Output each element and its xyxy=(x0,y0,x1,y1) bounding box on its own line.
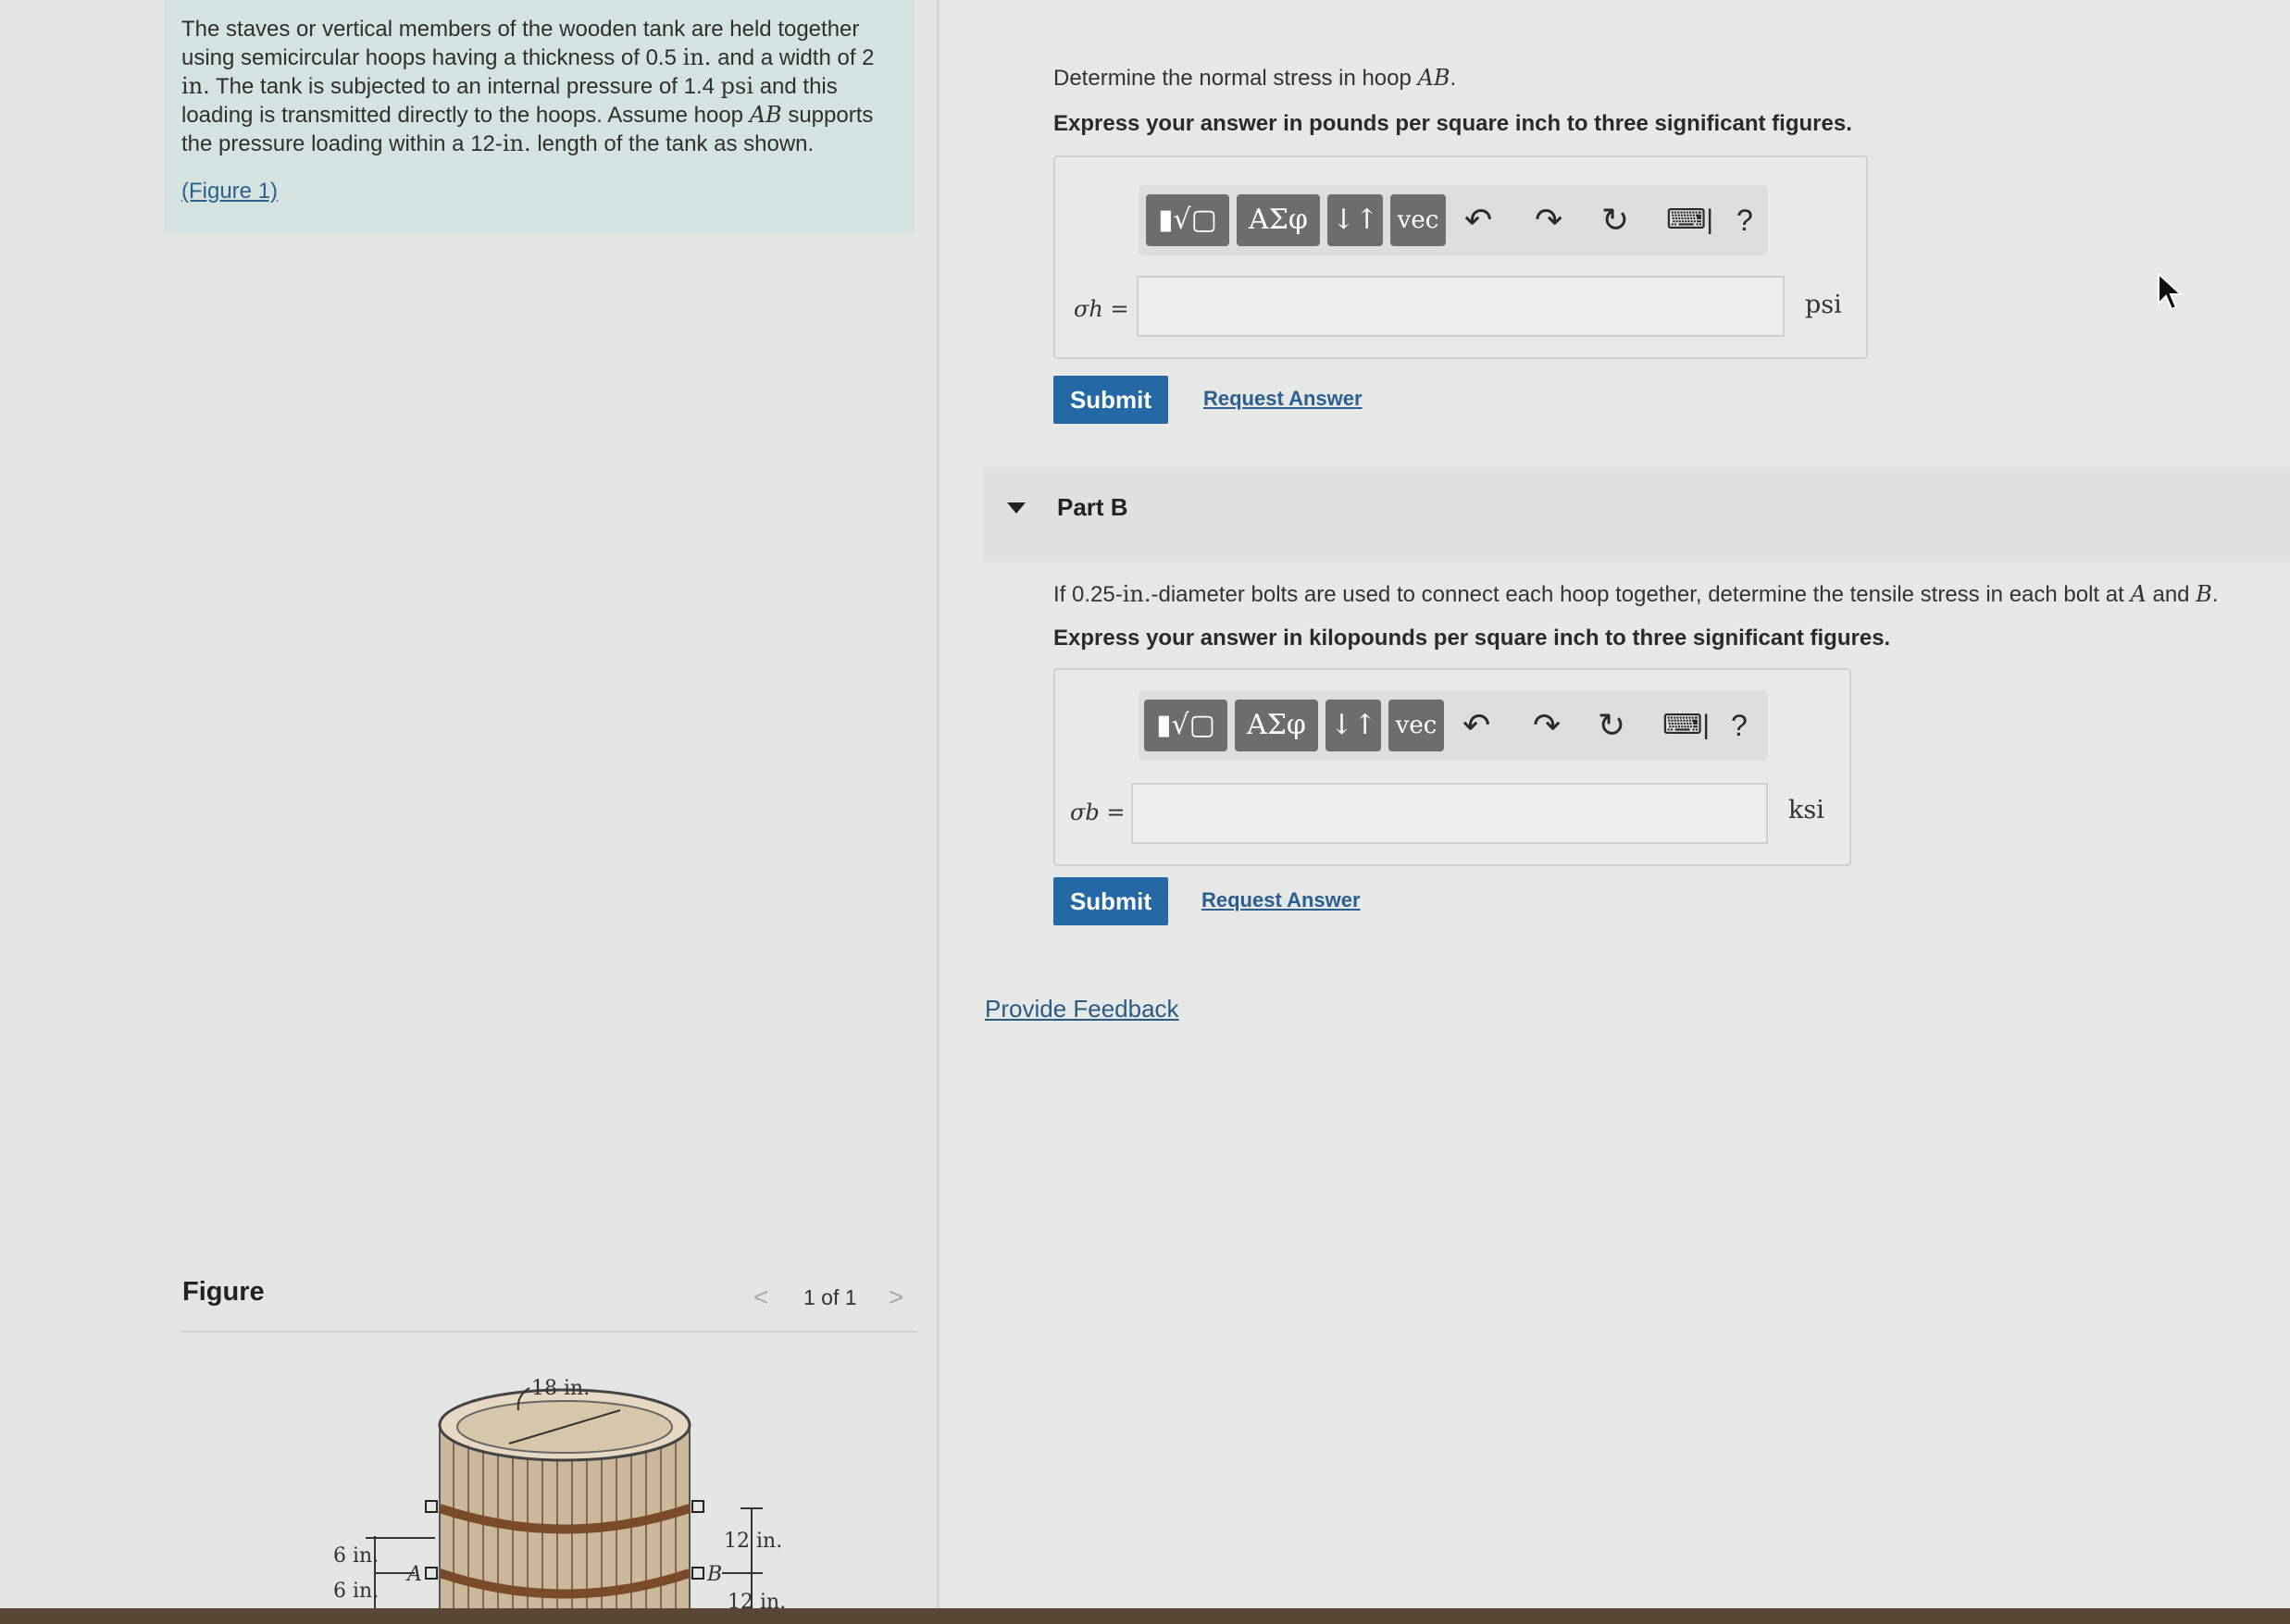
figure-title: Figure xyxy=(182,1277,265,1307)
question-text: . xyxy=(1450,66,1457,91)
problem-text: and a width of 2 xyxy=(717,45,875,70)
unit-text: in. xyxy=(682,44,712,70)
submit-button[interactable]: Submit xyxy=(1053,877,1168,925)
question-text: -diameter bolts are used to connect each… xyxy=(1151,582,2124,607)
unit-label: psi xyxy=(1805,291,1842,319)
question-text: and xyxy=(2152,582,2190,607)
templates-button[interactable]: ▮√▢ xyxy=(1144,700,1227,751)
tank-figure: 18 in. 6 in. 6 in. A 12 in. 12 in. B xyxy=(333,1377,786,1610)
unit-label: ksi xyxy=(1788,796,1824,824)
problem-line: the pressure loading within a 12-in. len… xyxy=(181,130,898,158)
answer-input[interactable] xyxy=(1137,276,1785,337)
subscript-button[interactable]: ↓↑ xyxy=(1325,700,1381,751)
reset-icon[interactable]: ↻ xyxy=(1598,703,1625,748)
greek-symbols-button[interactable]: ΑΣφ xyxy=(1235,700,1318,751)
help-icon[interactable]: ? xyxy=(1731,703,1748,748)
label-12in-top: 12 in. xyxy=(724,1530,782,1553)
greek-symbols-button[interactable]: ΑΣφ xyxy=(1237,194,1320,246)
mouse-cursor-icon xyxy=(2158,272,2184,311)
part-b-title: Part B xyxy=(1057,493,1128,521)
reset-icon[interactable]: ↻ xyxy=(1601,198,1629,242)
unit-text: in. xyxy=(502,130,531,156)
problem-text: the pressure loading within a 12- xyxy=(181,131,503,156)
submit-button[interactable]: Submit xyxy=(1053,376,1168,424)
provide-feedback-link[interactable]: Provide Feedback xyxy=(985,995,1179,1023)
subscript-button[interactable]: ↓↑ xyxy=(1327,194,1383,246)
unit-text: in. xyxy=(181,73,210,99)
math-text: B xyxy=(2196,581,2212,607)
unit-text: psi xyxy=(720,73,754,99)
chevron-left-icon[interactable]: < xyxy=(753,1283,768,1312)
problem-pane: The staves or vertical members of the wo… xyxy=(0,0,937,1610)
undo-icon[interactable]: ↶ xyxy=(1464,198,1492,242)
bolt-left-top xyxy=(425,1500,438,1513)
chevron-right-icon[interactable]: > xyxy=(889,1283,903,1312)
figure-pager: 1 of 1 xyxy=(803,1285,857,1309)
math-text: AB xyxy=(749,102,782,128)
redo-icon[interactable]: ↷ xyxy=(1533,703,1561,748)
part-a-answer-box: ▮√▢ ΑΣφ ↓↑ vec ↶ ↷ ↻ ⌨| ? σh = psi xyxy=(1053,155,1868,359)
variable-label: σb = xyxy=(1070,800,1126,825)
part-b-answer-box: ▮√▢ ΑΣφ ↓↑ vec ↶ ↷ ↻ ⌨| ? σb = ksi xyxy=(1053,668,1851,866)
divider xyxy=(180,1331,917,1333)
label-point-b: B xyxy=(706,1563,722,1586)
label-6in-top: 6 in. xyxy=(333,1544,379,1568)
label-point-a: A xyxy=(405,1563,422,1586)
math-text: AB xyxy=(1417,65,1450,91)
bolt-right-top xyxy=(691,1500,704,1513)
math-text: A xyxy=(2130,581,2147,607)
variable-label: σh = xyxy=(1074,296,1129,322)
request-answer-link[interactable]: Request Answer xyxy=(1203,387,1363,411)
problem-text: supports xyxy=(788,103,874,128)
problem-line: loading is transmitted directly to the h… xyxy=(181,101,898,130)
part-b-header[interactable]: Part B xyxy=(983,467,2290,562)
question-text: If 0.25- xyxy=(1053,582,1123,607)
label-6in-bottom: 6 in. xyxy=(333,1580,379,1603)
part-a-question: Determine the normal stress in hoop AB. xyxy=(1053,65,1456,92)
problem-text: and this xyxy=(759,74,838,99)
part-b-instruction: Express your answer in kilopounds per sq… xyxy=(1053,626,1891,651)
math-toolbar: ▮√▢ ΑΣφ ↓↑ vec ↶ ↷ ↻ ⌨| ? xyxy=(1139,185,1768,255)
part-a-instruction: Express your answer in pounds per square… xyxy=(1053,111,1852,136)
figure-link[interactable]: (Figure 1) xyxy=(181,177,278,205)
problem-line: The staves or vertical members of the wo… xyxy=(181,15,898,43)
vector-button[interactable]: vec xyxy=(1388,700,1444,751)
unit-text: in. xyxy=(1122,581,1151,607)
request-answer-link[interactable]: Request Answer xyxy=(1201,888,1361,912)
problem-text: The staves or vertical members of the wo… xyxy=(181,17,860,42)
math-toolbar: ▮√▢ ΑΣφ ↓↑ vec ↶ ↷ ↻ ⌨| ? xyxy=(1139,690,1768,761)
vector-button[interactable]: vec xyxy=(1390,194,1446,246)
problem-line: in. The tank is subjected to an internal… xyxy=(181,72,898,101)
bolt-b xyxy=(691,1567,704,1580)
question-text: . xyxy=(2211,582,2219,607)
help-icon[interactable]: ? xyxy=(1736,198,1753,242)
diameter-label: 18 in. xyxy=(531,1377,590,1400)
label-12in-bottom: 12 in. xyxy=(728,1591,786,1610)
keyboard-icon[interactable]: ⌨| xyxy=(1662,703,1710,748)
undo-icon[interactable]: ↶ xyxy=(1462,703,1490,748)
problem-text: using semicircular hoops having a thickn… xyxy=(181,45,677,70)
question-text: Determine the normal stress in hoop xyxy=(1053,66,1412,91)
problem-line: using semicircular hoops having a thickn… xyxy=(181,43,898,72)
bolt-a xyxy=(425,1567,438,1580)
answer-input[interactable] xyxy=(1131,783,1768,844)
keyboard-icon[interactable]: ⌨| xyxy=(1666,198,1713,242)
problem-text: loading is transmitted directly to the h… xyxy=(181,103,744,128)
screen-bezel xyxy=(0,1608,2290,1624)
caret-down-icon[interactable] xyxy=(1007,502,1026,514)
problem-text: The tank is subjected to an internal pre… xyxy=(216,74,715,99)
templates-button[interactable]: ▮√▢ xyxy=(1146,194,1229,246)
problem-statement: The staves or vertical members of the wo… xyxy=(165,0,915,233)
redo-icon[interactable]: ↷ xyxy=(1535,198,1562,242)
problem-text: length of the tank as shown. xyxy=(537,131,815,156)
part-b-question: If 0.25-in.-diameter bolts are used to c… xyxy=(1053,581,2219,608)
